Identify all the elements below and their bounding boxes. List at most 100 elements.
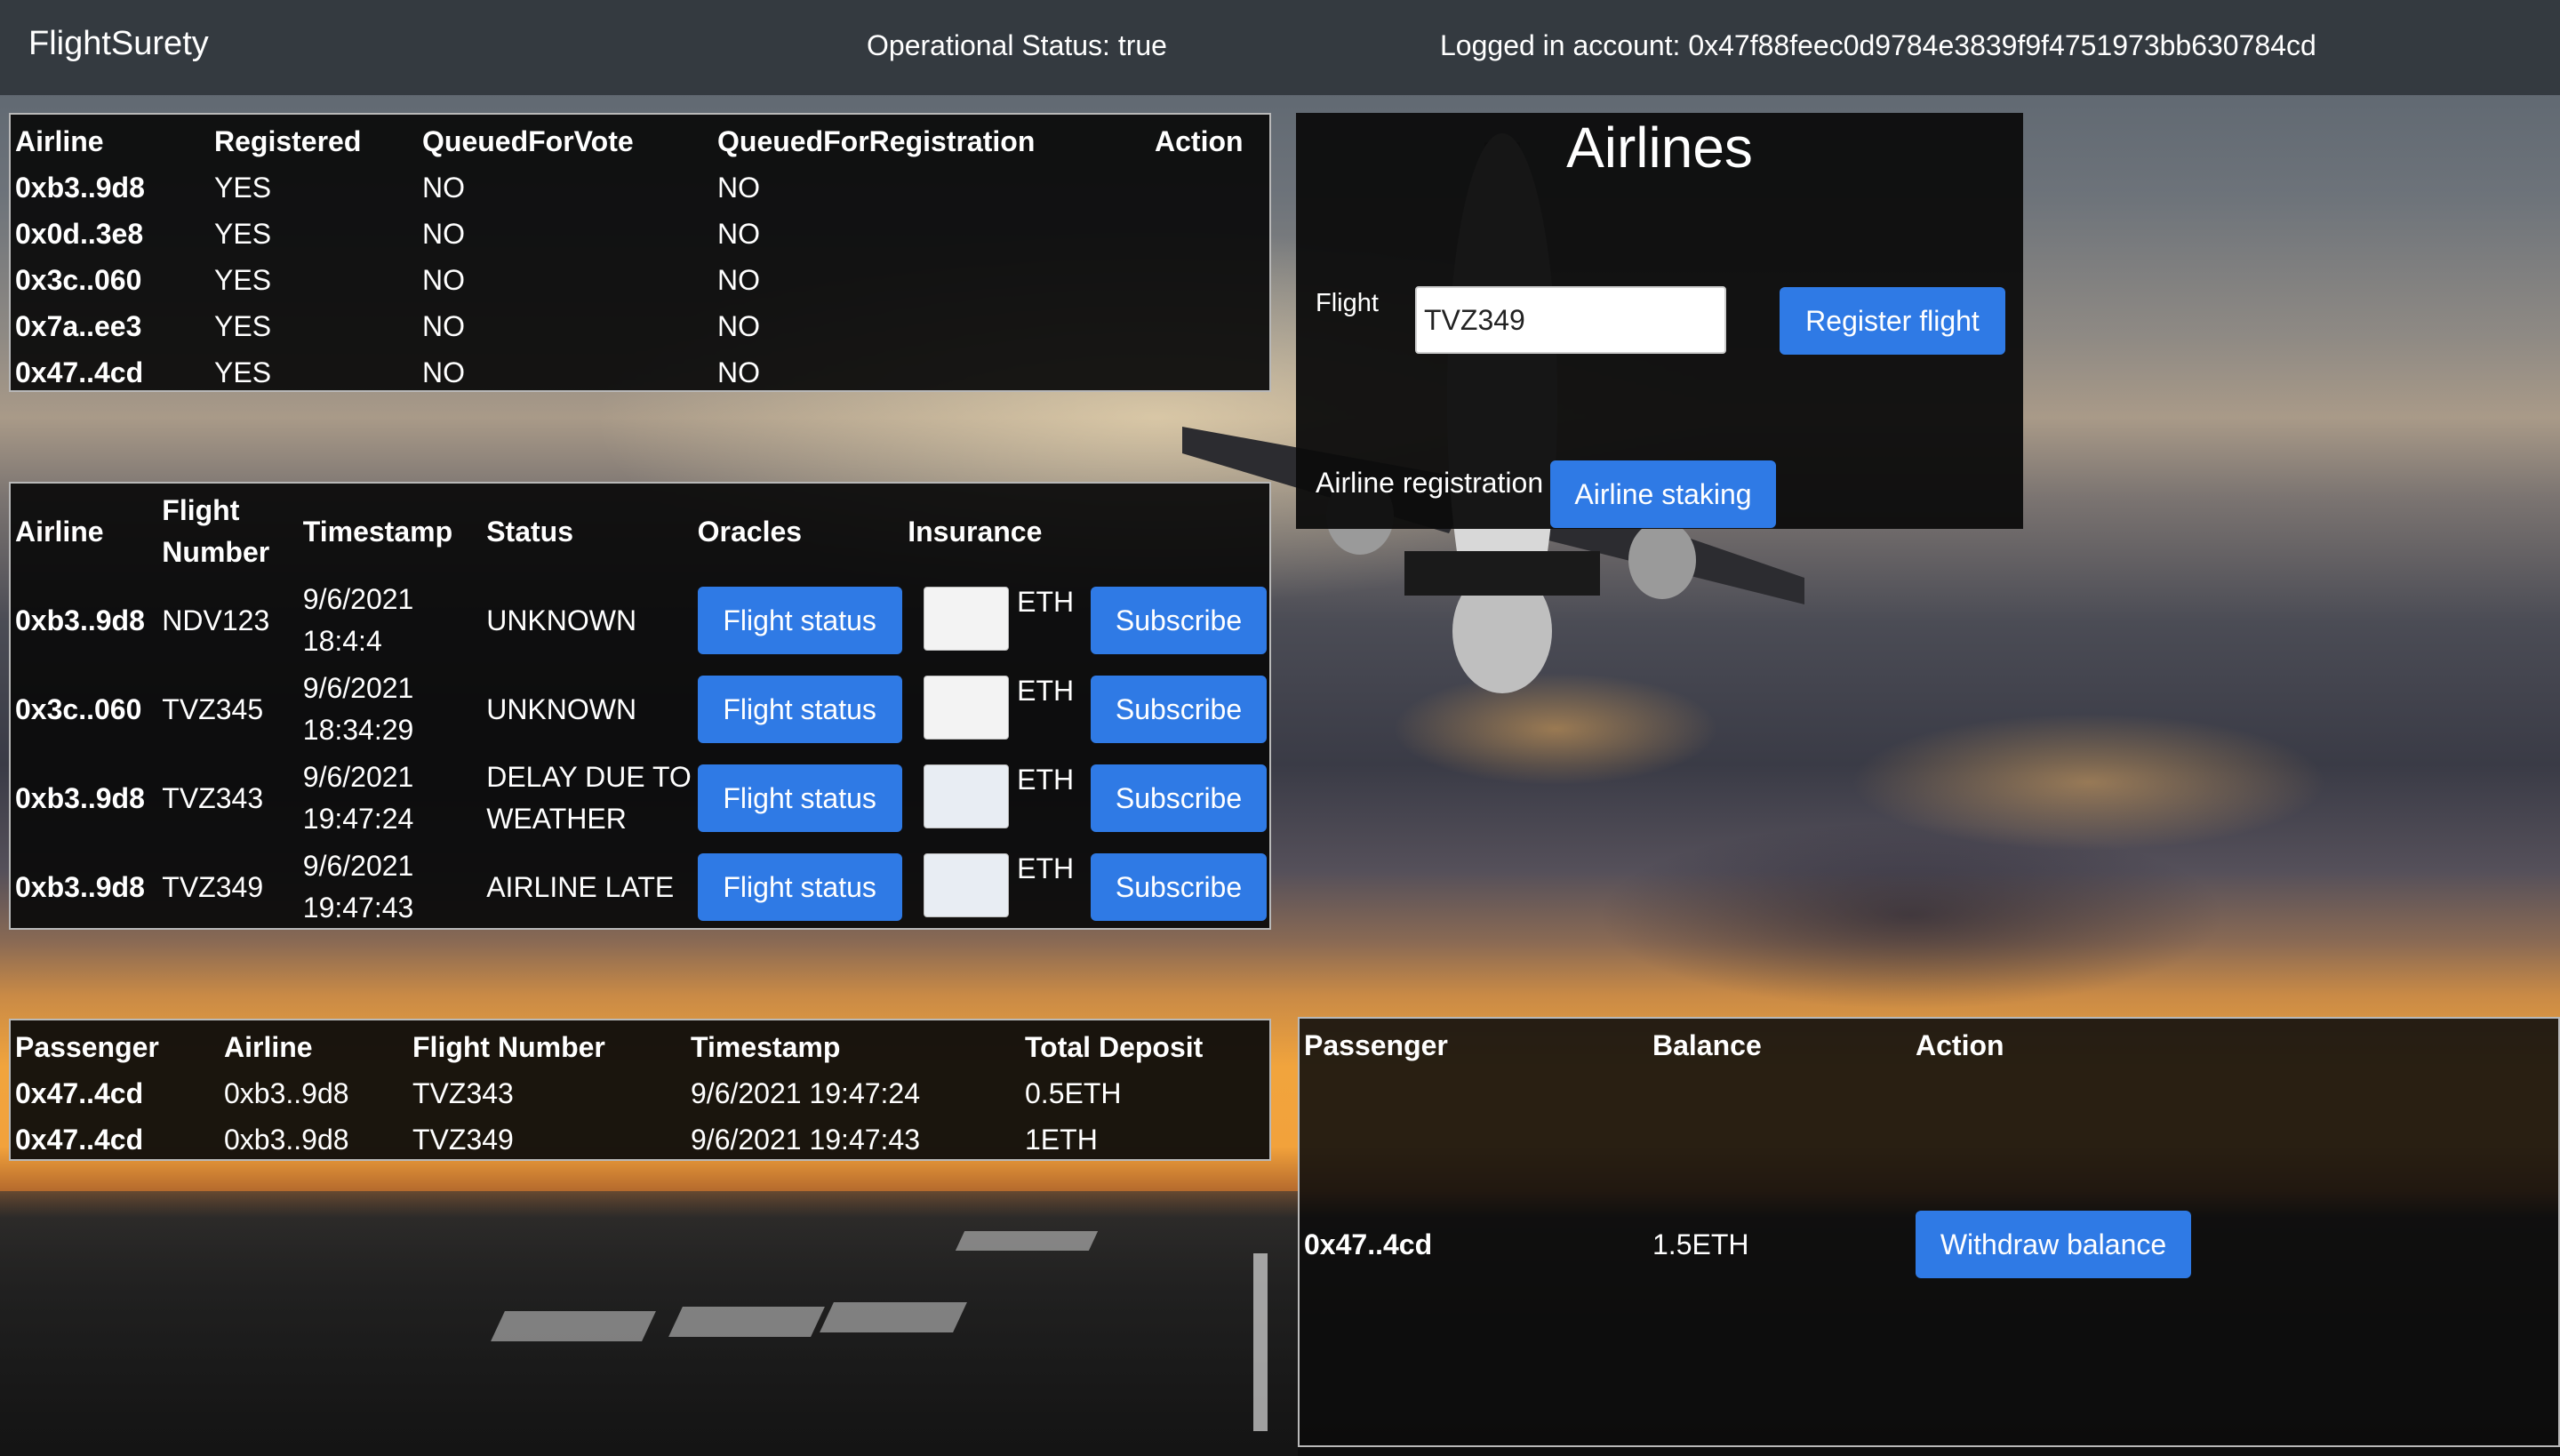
insurance-amount-input[interactable] bbox=[924, 853, 1010, 917]
col-passenger: Passenger bbox=[1304, 1029, 1448, 1061]
table-header-row: Airline Flight Number Timestamp Status O… bbox=[14, 487, 1268, 576]
subscribe-button[interactable]: Subscribe bbox=[1091, 587, 1267, 654]
table-row: 0xb3..9d8 TVZ343 9/6/2021 19:47:24 DELAY … bbox=[14, 754, 1268, 843]
flight-number: TVZ349 bbox=[162, 870, 264, 903]
timestamp-time: 19:47:24 bbox=[302, 803, 414, 835]
table-row: 0x47..4cd YES NO NO bbox=[14, 349, 1268, 396]
table-row: 0x3c..060 YES NO NO bbox=[14, 257, 1268, 303]
flight-status: UNKNOWN bbox=[486, 692, 637, 725]
queued-registration-value: NO bbox=[717, 171, 760, 204]
col-oracles: Oracles bbox=[697, 515, 803, 548]
timestamp-date: 9/6/2021 bbox=[302, 761, 414, 793]
subscribe-button[interactable]: Subscribe bbox=[1091, 764, 1267, 832]
flight-timestamp: 9/6/2021 19:47:24 bbox=[302, 754, 485, 843]
passenger-address: 0x47..4cd bbox=[1304, 1228, 1433, 1260]
col-airline: Airline bbox=[15, 124, 104, 157]
timestamp-date: 9/6/2021 bbox=[302, 583, 414, 615]
balance-table: Passenger Balance Action 0x47..4cd 1.5ET… bbox=[1303, 1022, 2556, 1289]
withdraw-balance-button[interactable]: Withdraw balance bbox=[1916, 1211, 2191, 1278]
queued-registration-value: NO bbox=[717, 356, 760, 388]
registered-value: YES bbox=[214, 356, 272, 388]
airline-staking-button[interactable]: Airline staking bbox=[1550, 460, 1776, 528]
col-total-deposit: Total Deposit bbox=[1025, 1030, 1204, 1063]
timestamp-date: 9/6/2021 bbox=[302, 672, 414, 704]
col-queued-vote: QueuedForVote bbox=[422, 124, 634, 157]
col-airline: Airline bbox=[224, 1030, 313, 1063]
flight-status-button[interactable]: Flight status bbox=[697, 764, 902, 832]
queued-vote-value: NO bbox=[422, 263, 465, 296]
queued-registration-value: NO bbox=[717, 217, 760, 250]
airline-address: 0xb3..9d8 bbox=[224, 1123, 349, 1156]
col-flight-number: Flight Number bbox=[162, 494, 270, 568]
col-insurance: Insurance bbox=[908, 515, 1043, 548]
timestamp-time: 18:4:4 bbox=[302, 625, 382, 657]
flight-timestamp: 9/6/2021 19:47:43 bbox=[691, 1123, 921, 1156]
airlines-table: Airline Registered QueuedForVote QueuedF… bbox=[14, 118, 1268, 396]
col-queued-registration: QueuedForRegistration bbox=[717, 124, 1036, 157]
col-flight-number: Flight Number bbox=[412, 1030, 605, 1063]
oracles-cell: Flight status bbox=[697, 576, 908, 665]
table-header-row: Airline Registered QueuedForVote QueuedF… bbox=[14, 118, 1268, 164]
table-row: 0x47..4cd 1.5ETH Withdraw balance bbox=[1303, 1200, 2556, 1289]
flight-field-label: Flight bbox=[1316, 289, 1379, 317]
insurance-amount-input[interactable] bbox=[924, 676, 1010, 740]
flight-status-button[interactable]: Flight status bbox=[697, 676, 902, 743]
action-cell bbox=[1154, 349, 1268, 396]
insurance-cell: ETH Subscribe bbox=[907, 843, 1268, 932]
col-balance: Balance bbox=[1652, 1029, 1762, 1061]
table-header-row: Passenger Balance Action bbox=[1303, 1022, 2556, 1200]
oracles-cell: Flight status bbox=[697, 843, 908, 932]
registered-value: YES bbox=[214, 217, 272, 250]
passengers-table: Passenger Airline Flight Number Timestam… bbox=[14, 1024, 1268, 1163]
table-row: 0x47..4cd 0xb3..9d8 TVZ343 9/6/2021 19:4… bbox=[14, 1070, 1268, 1116]
table-header-row: Passenger Airline Flight Number Timestam… bbox=[14, 1024, 1268, 1070]
table-row: 0x0d..3e8 YES NO NO bbox=[14, 211, 1268, 257]
flight-number: TVZ345 bbox=[162, 692, 264, 725]
flight-timestamp: 9/6/2021 19:47:43 bbox=[302, 843, 485, 932]
airline-address: 0x0d..3e8 bbox=[15, 217, 144, 250]
insurance-amount-input[interactable] bbox=[924, 764, 1010, 828]
flight-number: TVZ343 bbox=[162, 781, 264, 814]
col-timestamp: Timestamp bbox=[691, 1030, 841, 1063]
insurance-amount-input[interactable] bbox=[924, 587, 1010, 651]
insurance-cell: ETH Subscribe bbox=[907, 576, 1268, 665]
balance-value: 1.5ETH bbox=[1652, 1228, 1749, 1260]
col-airline: Airline bbox=[15, 515, 104, 548]
subscribe-button[interactable]: Subscribe bbox=[1091, 853, 1267, 921]
flight-status: UNKNOWN bbox=[486, 604, 637, 636]
airline-address: 0xb3..9d8 bbox=[15, 870, 145, 903]
table-row: 0xb3..9d8 NDV123 9/6/2021 18:4:4 UNKNOWN … bbox=[14, 576, 1268, 665]
action-cell bbox=[1154, 164, 1268, 211]
queued-vote-value: NO bbox=[422, 171, 465, 204]
subscribe-button[interactable]: Subscribe bbox=[1091, 676, 1267, 743]
queued-vote-value: NO bbox=[422, 217, 465, 250]
insurance-cell: ETH Subscribe bbox=[907, 665, 1268, 754]
brand-title[interactable]: FlightSurety bbox=[28, 25, 209, 63]
total-deposit: 0.5ETH bbox=[1025, 1076, 1122, 1109]
col-status: Status bbox=[486, 515, 573, 548]
flight-status-button[interactable]: Flight status bbox=[697, 853, 902, 921]
oracles-cell: Flight status bbox=[697, 754, 908, 843]
airline-address: 0xb3..9d8 bbox=[15, 171, 145, 204]
col-timestamp: Timestamp bbox=[302, 515, 453, 548]
total-deposit: 1ETH bbox=[1025, 1123, 1098, 1156]
timestamp-time: 18:34:29 bbox=[302, 714, 414, 746]
register-flight-button[interactable]: Register flight bbox=[1780, 287, 2005, 355]
flight-timestamp: 9/6/2021 18:34:29 bbox=[302, 665, 485, 754]
airline-registration-label: Airline registration bbox=[1316, 467, 1544, 499]
flight-timestamp: 9/6/2021 18:4:4 bbox=[302, 576, 485, 665]
eth-unit-label: ETH bbox=[1017, 852, 1075, 884]
logged-in-account: Logged in account: 0x47f88feec0d9784e383… bbox=[1440, 29, 2316, 61]
timestamp-date: 9/6/2021 bbox=[302, 850, 414, 882]
action-cell bbox=[1154, 257, 1268, 303]
action-cell bbox=[1154, 211, 1268, 257]
flight-number: TVZ349 bbox=[412, 1123, 514, 1156]
table-row: 0x7a..ee3 YES NO NO bbox=[14, 303, 1268, 349]
passenger-address: 0x47..4cd bbox=[15, 1123, 144, 1156]
registered-value: YES bbox=[214, 171, 272, 204]
background-runway bbox=[0, 1191, 1298, 1456]
flight-input[interactable] bbox=[1415, 286, 1726, 354]
airlines-panel-title: Airlines bbox=[1566, 116, 1753, 180]
action-cell: Withdraw balance bbox=[1915, 1200, 2556, 1289]
flight-status-button[interactable]: Flight status bbox=[697, 587, 902, 654]
